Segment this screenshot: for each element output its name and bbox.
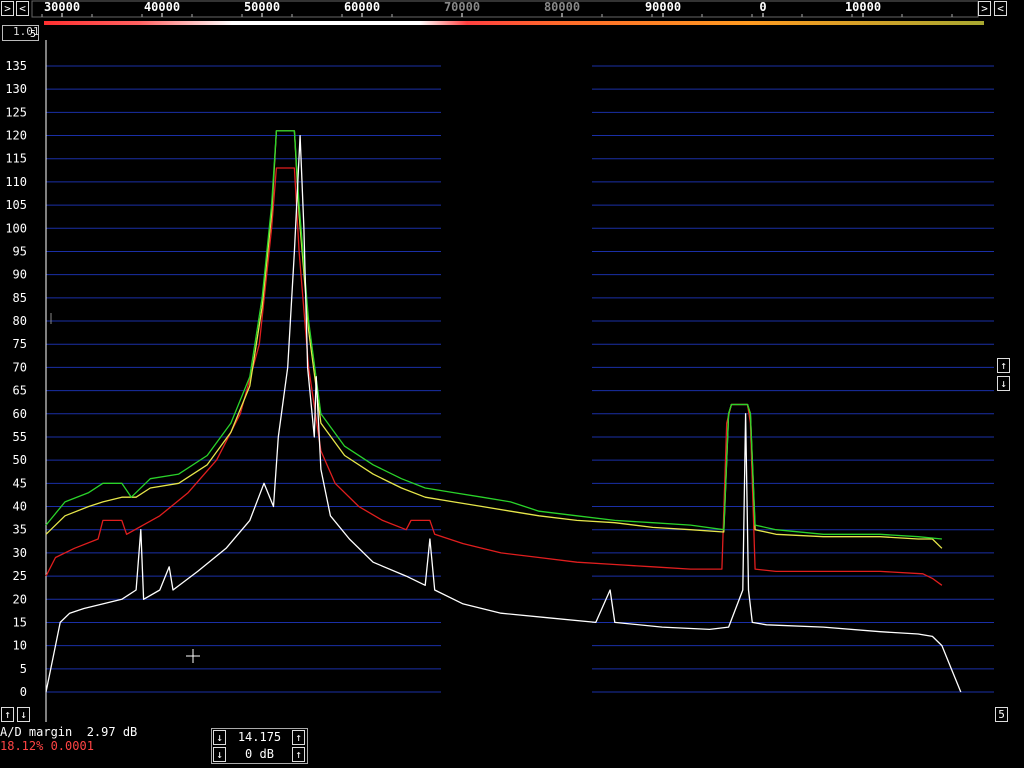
y-tick-label: 0 xyxy=(20,685,27,699)
y-tick-label: 70 xyxy=(13,360,27,374)
db-value[interactable]: 0 dB xyxy=(228,746,291,762)
grid-lines xyxy=(45,40,994,722)
crosshair-cursor xyxy=(186,649,200,663)
spectrum-chart[interactable]: 30000 40000 50000 60000 70000 80000 90000 0 1000… xyxy=(0,0,1024,768)
y-tick-label: 60 xyxy=(13,407,27,421)
y-tick-label: 65 xyxy=(13,384,27,398)
scale-down-button[interactable]: ↓ xyxy=(997,376,1010,391)
y-tick-label: 120 xyxy=(5,129,27,143)
y-tick-label: 105 xyxy=(5,198,27,212)
y-tick-label: 90 xyxy=(13,268,27,282)
scale-up-button[interactable]: ↑ xyxy=(997,358,1010,373)
gain-value[interactable]: 14.175 xyxy=(228,729,291,745)
y-tick-label: 30 xyxy=(13,546,27,560)
db-down-button[interactable]: ↓ xyxy=(213,747,226,762)
gain-row: ↓ 14.175 ↑ xyxy=(212,729,307,745)
freq-label: 50000 xyxy=(244,0,280,14)
y-tick-label: 55 xyxy=(13,430,27,444)
y-tick-label: 35 xyxy=(13,523,27,537)
y-tick-label: 100 xyxy=(5,221,27,235)
y-tick-label: 25 xyxy=(13,569,27,583)
db-row: ↓ 0 dB ↑ xyxy=(212,746,307,762)
y-tick-label: 125 xyxy=(5,105,27,119)
gain-up-button[interactable]: ↑ xyxy=(292,730,305,745)
y-tick-labels: 0 5 10 15 20 25 30 35 40 45 50 55 60 65 70 75 80 85 90 95 10… xyxy=(5,59,27,699)
y-tick-label: 110 xyxy=(5,175,27,189)
display-gap-band xyxy=(441,40,592,720)
freq-label: 30000 xyxy=(44,0,80,14)
y-tick-label: 85 xyxy=(13,291,27,305)
gain-panel: ↓ 14.175 ↑ ↓ 0 dB ↑ xyxy=(211,728,308,764)
y-tick-label: 75 xyxy=(13,337,27,351)
y-tick-label: 115 xyxy=(5,152,27,166)
y-tick-label: 50 xyxy=(13,453,27,467)
freq-label: 0 xyxy=(759,0,766,14)
scroll-right-button[interactable]: > xyxy=(1,1,14,16)
freq-label: 90000 xyxy=(645,0,681,14)
signal-level-bar xyxy=(44,21,984,25)
freq-label: 40000 xyxy=(144,0,180,14)
y-tick-label: 45 xyxy=(13,476,27,490)
y-tick-label: 135 xyxy=(5,59,27,73)
ad-margin-label: A/D margin xyxy=(0,725,73,739)
gain-down-button[interactable]: ↓ xyxy=(213,730,226,745)
y-tick-label: 130 xyxy=(5,82,27,96)
y-tick-label: 40 xyxy=(13,500,27,514)
y-tick-label: 20 xyxy=(13,592,27,606)
freq-label: 70000 xyxy=(444,0,480,14)
spectrum-window: 30000 40000 50000 60000 70000 80000 90000 0 1000… xyxy=(0,0,1024,768)
freq-label: 80000 xyxy=(544,0,580,14)
scroll-right-button-end[interactable]: > xyxy=(978,1,991,16)
averaging-number-box[interactable]: 5 xyxy=(995,707,1008,722)
db-up-button[interactable]: ↑ xyxy=(292,747,305,762)
y-tick-label: 5 xyxy=(20,662,27,676)
ad-margin-status: A/D margin 2.97 dB xyxy=(0,726,137,739)
zoom-indicator[interactable]: 1.01 5 xyxy=(2,25,40,41)
y-tick-label: 80 xyxy=(13,314,27,328)
freq-label: 10000 xyxy=(845,0,881,14)
freq-label: 60000 xyxy=(344,0,380,14)
scroll-left-button-end[interactable]: < xyxy=(994,1,1007,16)
y-tick-label: 10 xyxy=(13,639,27,653)
frequency-axis-bar[interactable]: 30000 40000 50000 60000 70000 80000 90000 0 1000… xyxy=(31,0,984,25)
y-tick-label: 15 xyxy=(13,615,27,629)
level-up-button[interactable]: ↑ xyxy=(1,707,14,722)
zoom-corner-number: 5 xyxy=(29,29,36,40)
ad-margin-value: 2.97 dB xyxy=(86,725,138,739)
load-status: 18.12% 0.0001 xyxy=(0,739,94,753)
level-down-button[interactable]: ↓ xyxy=(17,707,30,722)
scroll-left-button[interactable]: < xyxy=(16,1,29,16)
y-tick-label: 95 xyxy=(13,244,27,258)
